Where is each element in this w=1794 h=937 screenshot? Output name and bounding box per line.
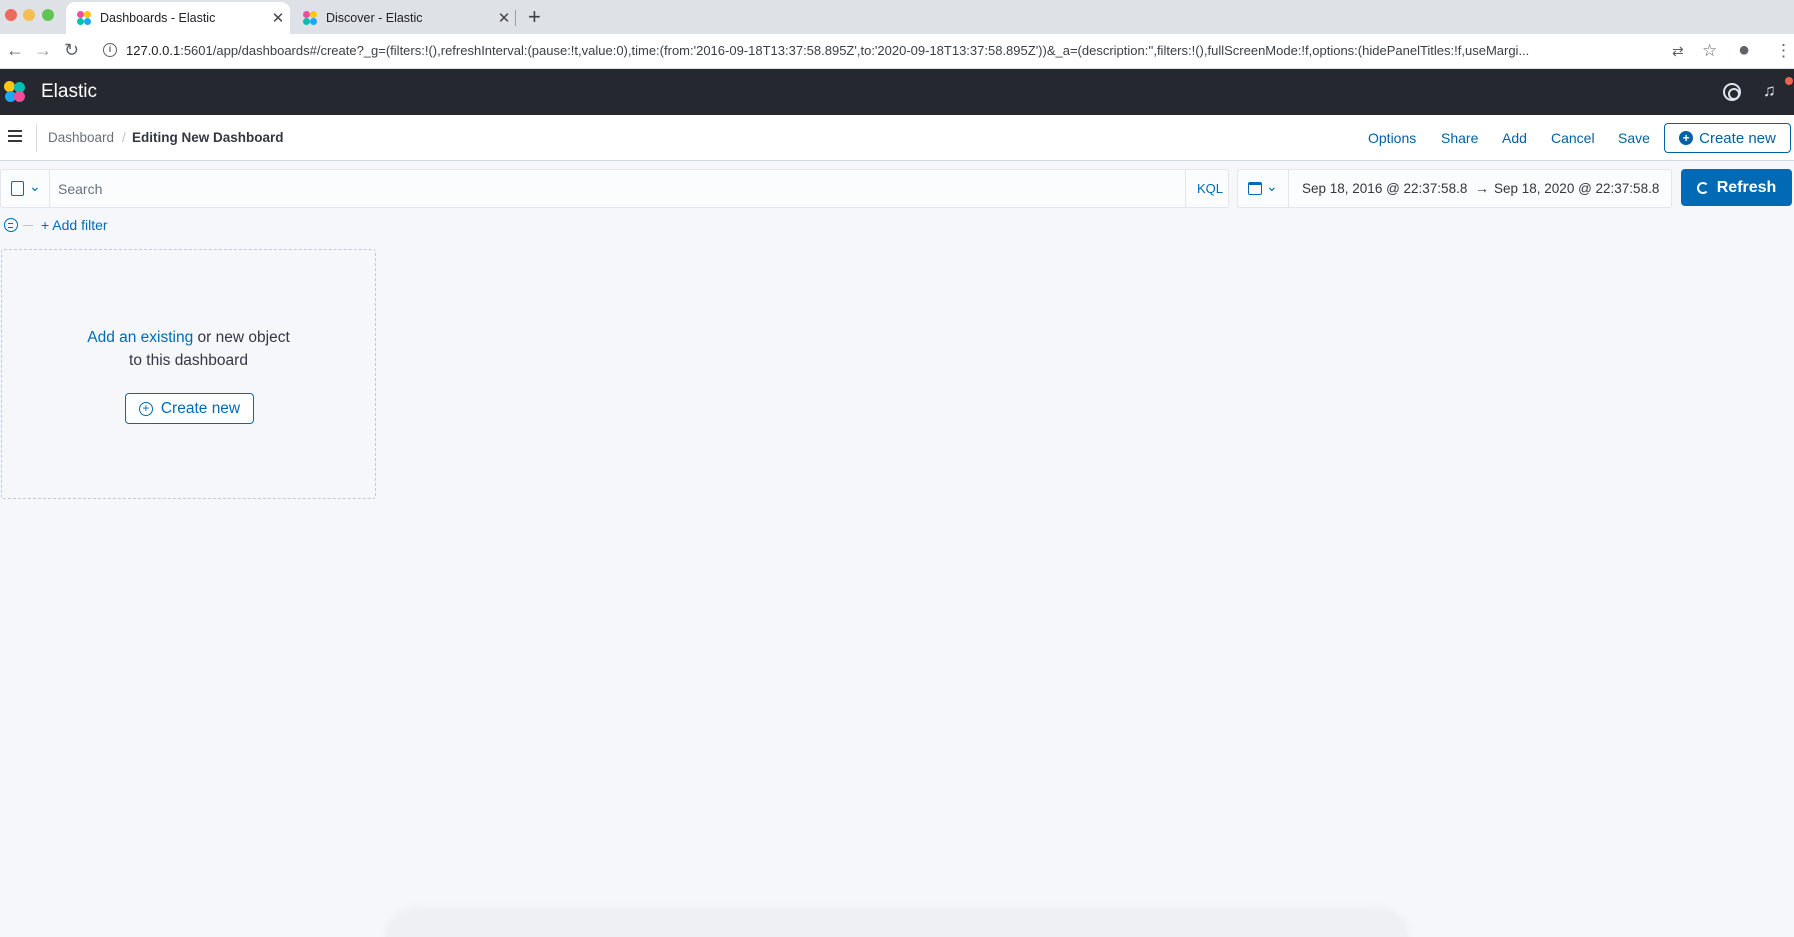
empty-text-part: or new object [193,329,290,346]
date-divider [1288,170,1289,207]
breadcrumb-separator: / [122,130,126,145]
top-nav-bar: Dashboard / Editing New Dashboard Option… [0,115,1794,161]
address-bar: ← → ↻ i 127.0.0.1:5601/app/dashboards#/c… [0,34,1794,69]
url-path: :5601/app/dashboards#/create?_g=(filters… [180,43,1530,58]
app-title: Elastic [41,81,97,102]
plus-in-circle-icon: + [1679,131,1694,145]
url-field[interactable]: 127.0.0.1:5601/app/dashboards#/create?_g… [126,43,1662,61]
kibana-header: Elastic ♫ [0,69,1794,115]
options-button[interactable]: Options [1368,130,1416,146]
date-picker: ⌄ Sep 18, 2016 @ 22:37:58.8 → Sep 18, 20… [1237,169,1672,208]
filter-options-icon[interactable] [4,218,18,232]
tab-title: Discover - Elastic [326,11,423,25]
forward-arrow-icon[interactable]: → [34,40,52,60]
chevron-down-icon[interactable]: ⌄ [29,178,41,195]
menu-hamburger-icon[interactable] [8,130,22,144]
close-tab-icon[interactable]: ✕ [492,9,516,27]
newsfeed-icon[interactable]: ♫ [1763,81,1776,101]
profile-avatar-icon[interactable]: ● [1738,39,1750,62]
browser-tab-dashboards[interactable]: Dashboards - Elastic ✕ [66,2,290,34]
saved-query-icon[interactable] [11,181,24,196]
query-divider [1185,170,1186,207]
empty-panel-text: Add an existing or new object to this da… [2,326,375,372]
translate-icon[interactable]: ⇄ [1672,43,1684,60]
refresh-label: Refresh [1716,178,1777,196]
create-new-label: Create new [1699,129,1776,147]
empty-dashboard-panel: Add an existing or new object to this da… [1,249,376,499]
create-new-button[interactable]: + Create new [1664,123,1791,153]
add-button[interactable]: Add [1502,130,1527,146]
site-info-icon[interactable]: i [103,43,117,57]
back-arrow-icon[interactable]: ← [6,40,24,60]
query-bar: ⌄ Search KQL [0,169,1229,208]
calendar-icon[interactable] [1248,182,1262,195]
breadcrumb-current: Editing New Dashboard [132,130,284,145]
elastic-logo-icon[interactable] [4,81,26,103]
plus-in-circle-icon: + [138,401,153,416]
date-end[interactable]: Sep 18, 2020 @ 22:37:58.8 [1494,181,1659,196]
bottom-bar-shadow [385,912,1409,937]
panel-create-new-button[interactable]: + Create new [125,393,254,424]
add-existing-link[interactable]: Add an existing [87,329,193,346]
browser-menu-icon[interactable]: ⋮ [1775,41,1792,61]
save-button[interactable]: Save [1618,130,1650,146]
add-filter-link[interactable]: + Add filter [41,217,108,233]
notification-dot [1785,77,1793,85]
url-host: 127.0.0.1 [126,43,181,58]
new-tab-icon[interactable]: + [528,4,541,30]
bookmark-star-icon[interactable]: ☆ [1702,41,1717,61]
elastic-favicon-icon [303,10,318,26]
refresh-icon [1696,181,1709,194]
refresh-button[interactable]: Refresh [1681,169,1792,206]
filter-separator [23,225,33,226]
empty-text-line2: to this dashboard [129,352,248,369]
maximize-window-button[interactable] [42,9,54,21]
elastic-favicon-icon [77,10,92,26]
help-icon[interactable] [1723,83,1741,101]
cancel-button[interactable]: Cancel [1551,130,1595,146]
nav-divider [36,124,37,152]
close-window-button[interactable] [5,9,17,21]
close-tab-icon[interactable]: ✕ [266,9,290,27]
create-new-label: Create new [160,399,241,417]
tab-separator [515,10,516,26]
tab-title: Dashboards - Elastic [100,11,216,25]
browser-tab-discover[interactable]: Discover - Elastic ✕ [292,2,516,34]
reload-icon[interactable]: ↻ [64,40,79,60]
query-divider [49,170,50,207]
arrow-right-icon: → [1475,180,1489,196]
kql-language-toggle[interactable]: KQL [1197,181,1223,196]
date-start[interactable]: Sep 18, 2016 @ 22:37:58.8 [1302,181,1467,196]
search-input[interactable]: Search [58,181,102,197]
minimize-window-button[interactable] [23,9,35,21]
chevron-down-icon[interactable]: ⌄ [1266,178,1278,195]
browser-tab-bar: Dashboards - Elastic ✕ Discover - Elasti… [0,0,1794,34]
share-button[interactable]: Share [1441,130,1478,146]
breadcrumb-dashboard[interactable]: Dashboard [48,130,114,145]
